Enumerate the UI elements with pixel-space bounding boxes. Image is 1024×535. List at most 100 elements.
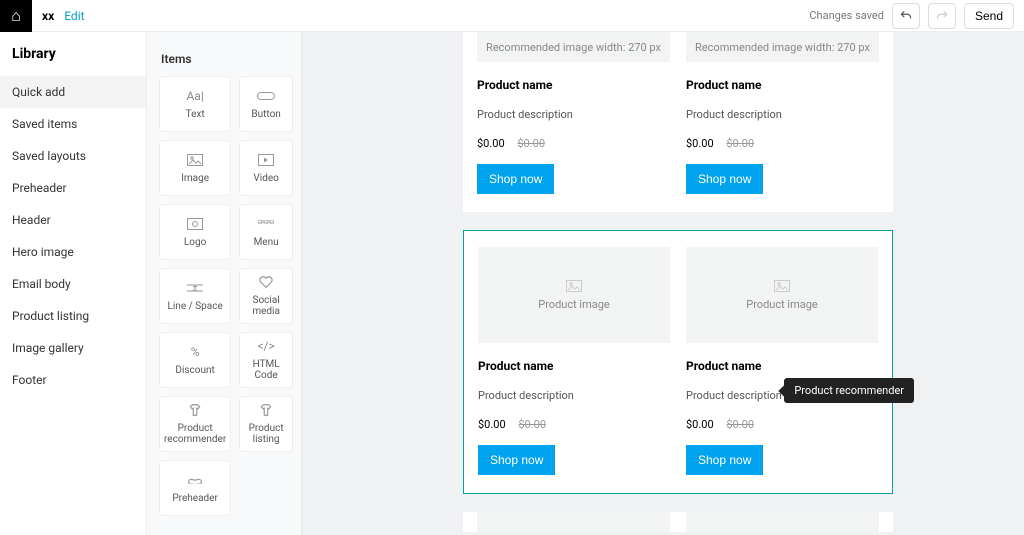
image-icon	[187, 153, 203, 167]
item-card-video[interactable]: Video	[239, 140, 293, 196]
product-description: Product description	[478, 389, 670, 402]
logo-icon	[187, 217, 203, 231]
sidebar-item-saved-layouts[interactable]: Saved layouts	[0, 140, 146, 172]
product-block[interactable]: Recommended image width: 270 px Product …	[463, 32, 893, 212]
item-label: Logo	[180, 237, 210, 248]
image-label: Product image	[746, 298, 818, 311]
product-image-placeholder[interactable]: Recommended image width: 270 px	[477, 32, 670, 62]
undo-button[interactable]	[892, 3, 920, 29]
product-image-placeholder[interactable]: Product image	[686, 247, 878, 343]
items-panel: Items Aa| Text Button Image Video Logo	[147, 32, 302, 535]
item-card-product-listing[interactable]: Product listing	[239, 396, 293, 452]
image-icon	[566, 280, 582, 292]
item-label: Image	[177, 173, 213, 184]
sidebar-item-footer[interactable]: Footer	[0, 364, 146, 396]
product-prices: $0.00 $0.00	[686, 418, 878, 431]
canvas-column: Recommended image width: 270 px Product …	[463, 32, 893, 535]
video-icon	[258, 153, 274, 167]
product-cell: Recommended image width: 270 px Product …	[477, 32, 670, 194]
old-price: $0.00	[726, 418, 754, 431]
item-label: Product recommender	[160, 423, 230, 445]
sidebar-item-quick-add[interactable]: Quick add	[0, 76, 146, 108]
product-image-placeholder[interactable]	[477, 512, 670, 532]
item-label: Button	[247, 109, 284, 120]
price: $0.00	[686, 137, 714, 150]
tooltip-product-recommender: Product recommender	[784, 378, 914, 403]
library-sidebar: Library Quick add Saved items Saved layo…	[0, 32, 147, 535]
canvas[interactable]: Recommended image width: 270 px Product …	[302, 32, 1024, 535]
library-title: Library	[0, 32, 146, 76]
image-icon	[774, 280, 790, 292]
product-prices: $0.00 $0.00	[686, 137, 879, 150]
item-card-product-recommender[interactable]: Product recommender	[159, 396, 231, 452]
brand-logo[interactable]: ⌂	[0, 0, 32, 32]
shop-now-button[interactable]: Shop now	[477, 164, 554, 194]
text-icon: Aa|	[186, 89, 203, 103]
product-block[interactable]	[463, 512, 893, 532]
menu-icon	[258, 217, 274, 231]
undo-icon	[899, 9, 913, 23]
item-label: Video	[249, 173, 282, 184]
shop-now-button[interactable]: Shop now	[478, 445, 555, 475]
item-card-discount[interactable]: % Discount	[159, 332, 231, 388]
item-card-line-space[interactable]: Line / Space	[159, 268, 231, 324]
sidebar-item-product-listing[interactable]: Product listing	[0, 300, 146, 332]
sidebar-item-header[interactable]: Header	[0, 204, 146, 236]
redo-icon	[935, 9, 949, 23]
product-image-placeholder[interactable]	[686, 512, 879, 532]
item-label: Product listing	[240, 423, 292, 445]
item-label: Preheader	[168, 493, 222, 504]
product-name: Product name	[686, 78, 879, 92]
item-card-social-media[interactable]: Social media	[239, 268, 293, 324]
old-price: $0.00	[726, 137, 754, 150]
tshirt-icon	[188, 403, 202, 417]
item-card-menu[interactable]: Menu	[239, 204, 293, 260]
sidebar-item-preheader[interactable]: Preheader	[0, 172, 146, 204]
sidebar-item-image-gallery[interactable]: Image gallery	[0, 332, 146, 364]
product-image-placeholder[interactable]: Product image	[478, 247, 670, 343]
image-hint: Recommended image width: 270 px	[695, 41, 870, 54]
item-card-html-code[interactable]: </> HTML Code	[239, 332, 293, 388]
brand-glyph: ⌂	[11, 6, 21, 26]
item-label: Text	[182, 109, 209, 120]
send-button[interactable]: Send	[964, 3, 1014, 29]
product-name: Product name	[686, 359, 878, 373]
redo-button[interactable]	[928, 3, 956, 29]
save-status: Changes saved	[809, 9, 884, 22]
shop-now-button[interactable]: Shop now	[686, 445, 763, 475]
old-price: $0.00	[517, 137, 545, 150]
product-name: Product name	[478, 359, 670, 373]
product-image-placeholder[interactable]: Recommended image width: 270 px	[686, 32, 879, 62]
image-hint: Recommended image width: 270 px	[486, 41, 661, 54]
item-card-logo[interactable]: Logo	[159, 204, 231, 260]
product-cell: Product image Product name Product descr…	[686, 231, 878, 475]
item-card-preheader[interactable]: Preheader	[159, 460, 231, 516]
top-bar-left: ⌂ xx Edit	[0, 0, 85, 32]
main-area: Library Quick add Saved items Saved layo…	[0, 32, 1024, 535]
product-description: Product description	[477, 108, 670, 121]
discount-icon: %	[191, 345, 200, 359]
social-icon	[259, 275, 273, 289]
top-bar-right: Changes saved Send	[809, 3, 1014, 29]
product-cell: Product image Product name Product descr…	[478, 231, 670, 475]
sidebar-item-email-body[interactable]: Email body	[0, 268, 146, 300]
sidebar-item-saved-items[interactable]: Saved items	[0, 108, 146, 140]
line-icon	[187, 281, 203, 295]
image-label: Product image	[538, 298, 610, 311]
old-price: $0.00	[518, 418, 546, 431]
item-card-image[interactable]: Image	[159, 140, 231, 196]
sidebar-item-hero-image[interactable]: Hero image	[0, 236, 146, 268]
code-icon: </>	[257, 339, 274, 353]
item-card-text[interactable]: Aa| Text	[159, 76, 231, 132]
price: $0.00	[686, 418, 714, 431]
item-label: Line / Space	[163, 301, 226, 312]
top-bar: ⌂ xx Edit Changes saved Send	[0, 0, 1024, 32]
item-label: Menu	[250, 237, 283, 248]
product-block-selected[interactable]: Product image Product name Product descr…	[463, 230, 893, 494]
product-description: Product description	[686, 108, 879, 121]
tshirt-icon	[259, 403, 273, 417]
edit-link[interactable]: Edit	[64, 9, 84, 23]
shop-now-button[interactable]: Shop now	[686, 164, 763, 194]
item-card-button[interactable]: Button	[239, 76, 293, 132]
price: $0.00	[478, 418, 506, 431]
